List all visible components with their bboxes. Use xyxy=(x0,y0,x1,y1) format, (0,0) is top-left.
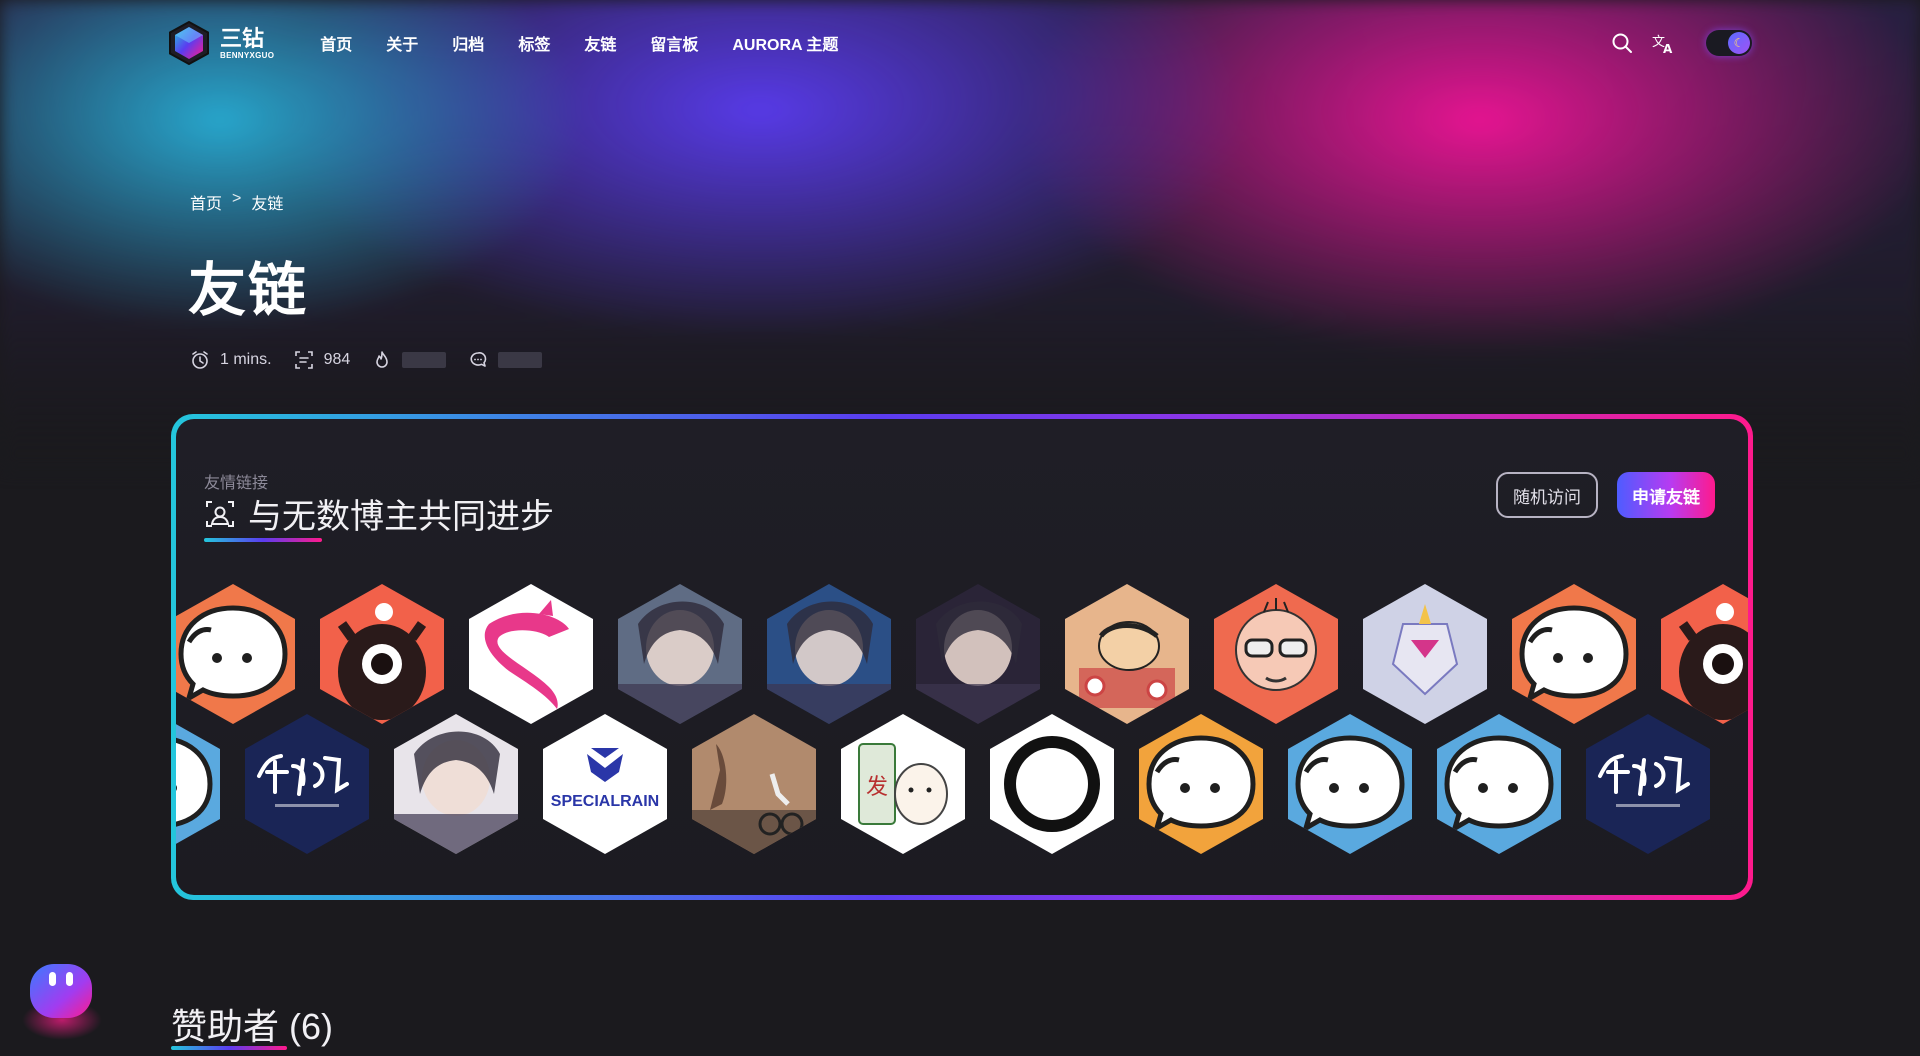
friend-avatar-face[interactable] xyxy=(1214,584,1338,724)
friend-avatar-eye[interactable] xyxy=(1661,584,1748,724)
comment-icon xyxy=(470,352,487,367)
sponsors-underline xyxy=(171,1046,287,1050)
comments-placeholder xyxy=(498,352,543,368)
comments xyxy=(468,350,543,370)
nav-friends[interactable]: 友链 xyxy=(584,31,616,55)
friend-avatar-mascot[interactable] xyxy=(1288,714,1412,854)
site-logo[interactable]: 三钻 BENNYXGUO xyxy=(168,21,274,65)
svg-text:SPECIALRAIN: SPECIALRAIN xyxy=(551,793,659,810)
page-title: 友链 xyxy=(188,258,309,323)
friends-card: 友情链接 与无数博主共同进步 随机访问 申请友链 SPECIALRAIN 发 xyxy=(171,414,1753,900)
translate-icon[interactable]: 文A xyxy=(1652,31,1676,55)
friend-avatar-photo[interactable] xyxy=(692,714,816,854)
word-count-icon xyxy=(294,351,313,369)
friend-avatar-mascot[interactable] xyxy=(176,584,295,724)
friend-avatar-bear[interactable]: 发 xyxy=(841,714,965,854)
friend-avatar-logo[interactable]: SPECIALRAIN xyxy=(543,714,667,854)
friend-avatar-calligraphy[interactable] xyxy=(245,714,369,854)
friends-user-icon xyxy=(206,500,234,527)
clock-icon xyxy=(192,351,208,369)
nav-message-board[interactable]: 留言板 xyxy=(650,31,698,55)
friend-avatar-cartoon[interactable] xyxy=(1065,584,1189,724)
word-count: 984 xyxy=(294,350,351,370)
apply-friend-link-button[interactable]: 申请友链 xyxy=(1617,472,1715,518)
breadcrumb-home[interactable]: 首页 xyxy=(190,190,222,214)
site-subtitle: BENNYXGUO xyxy=(220,50,275,60)
friend-avatar-dragon[interactable] xyxy=(469,584,593,724)
breadcrumb-current: 友链 xyxy=(251,196,284,213)
title-underline xyxy=(204,538,322,542)
sponsors-heading: 赞助者 (6) xyxy=(171,1006,334,1047)
friend-avatar-mascot[interactable] xyxy=(1139,714,1263,854)
views-placeholder xyxy=(402,352,447,368)
random-visit-button[interactable]: 随机访问 xyxy=(1496,472,1598,518)
theme-toggle[interactable]: ☾ xyxy=(1706,30,1752,56)
site-header: 三钻 BENNYXGUO 首页 关于 归档 标签 友链 留言板 AURORA 主… xyxy=(168,18,1752,68)
mascot-widget-icon[interactable] xyxy=(26,958,96,1028)
friend-avatar-mascot[interactable] xyxy=(1512,584,1636,724)
site-title: 三钻 xyxy=(220,25,265,51)
svg-text:发: 发 xyxy=(866,775,888,800)
read-time-value: 1 mins. xyxy=(220,351,272,368)
friend-avatar-mascot[interactable] xyxy=(176,714,220,854)
search-icon[interactable] xyxy=(1610,31,1634,55)
friend-avatar-mascot[interactable] xyxy=(1437,714,1561,854)
friends-card-title-text: 与无数博主共同进步 xyxy=(248,498,554,536)
friends-card-title: 与无数博主共同进步 xyxy=(204,489,554,538)
friend-avatar-anime[interactable] xyxy=(394,714,518,854)
views xyxy=(372,350,447,370)
nav-about[interactable]: 关于 xyxy=(386,31,418,55)
moon-icon: ☾ xyxy=(1728,32,1750,54)
friend-avatar-anime[interactable] xyxy=(767,584,891,724)
friend-avatar-eye[interactable] xyxy=(320,584,444,724)
friends-card-inner: 友情链接 与无数博主共同进步 随机访问 申请友链 SPECIALRAIN 发 xyxy=(176,419,1748,895)
hero-background xyxy=(0,0,1920,470)
logo-hexagon-icon xyxy=(169,21,209,65)
fire-icon xyxy=(376,351,389,368)
main-nav: 首页 关于 归档 标签 友链 留言板 AURORA 主题 xyxy=(320,31,872,55)
friend-avatar-anime[interactable] xyxy=(618,584,742,724)
word-count-value: 984 xyxy=(323,351,351,368)
friend-avatar-calligraphy[interactable] xyxy=(1586,714,1710,854)
nav-archives[interactable]: 归档 xyxy=(452,31,484,55)
nav-aurora-theme[interactable]: AURORA 主题 xyxy=(732,31,838,55)
nav-tags[interactable]: 标签 xyxy=(518,31,550,55)
svg-text:A: A xyxy=(1663,42,1673,54)
breadcrumb-separator: > xyxy=(232,190,242,207)
friend-avatar-ring[interactable] xyxy=(990,714,1114,854)
breadcrumb: 首页 > 友链 xyxy=(190,190,283,214)
post-meta: 1 mins. 984 xyxy=(190,350,564,370)
friend-avatar-anime[interactable] xyxy=(916,584,1040,724)
nav-home[interactable]: 首页 xyxy=(320,31,352,55)
friend-avatar-robot[interactable] xyxy=(1363,584,1487,724)
read-time: 1 mins. xyxy=(190,350,272,370)
